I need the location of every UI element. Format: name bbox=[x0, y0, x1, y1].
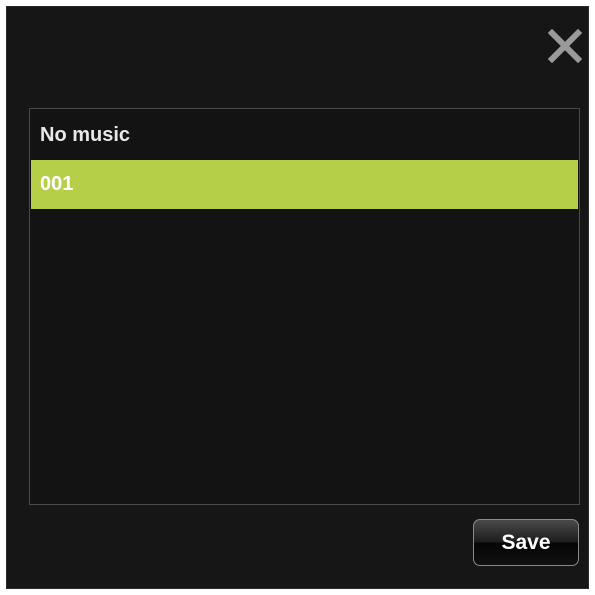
close-icon[interactable] bbox=[548, 29, 582, 63]
music-list: No music 001 bbox=[29, 108, 580, 505]
save-button[interactable]: Save bbox=[473, 519, 579, 566]
list-item-label: 001 bbox=[40, 173, 74, 195]
list-item-001[interactable]: 001 bbox=[31, 160, 578, 209]
list-item-label: No music bbox=[40, 124, 131, 146]
music-select-dialog: No music 001 Save bbox=[6, 6, 589, 589]
list-item-no-music[interactable]: No music bbox=[31, 111, 578, 160]
